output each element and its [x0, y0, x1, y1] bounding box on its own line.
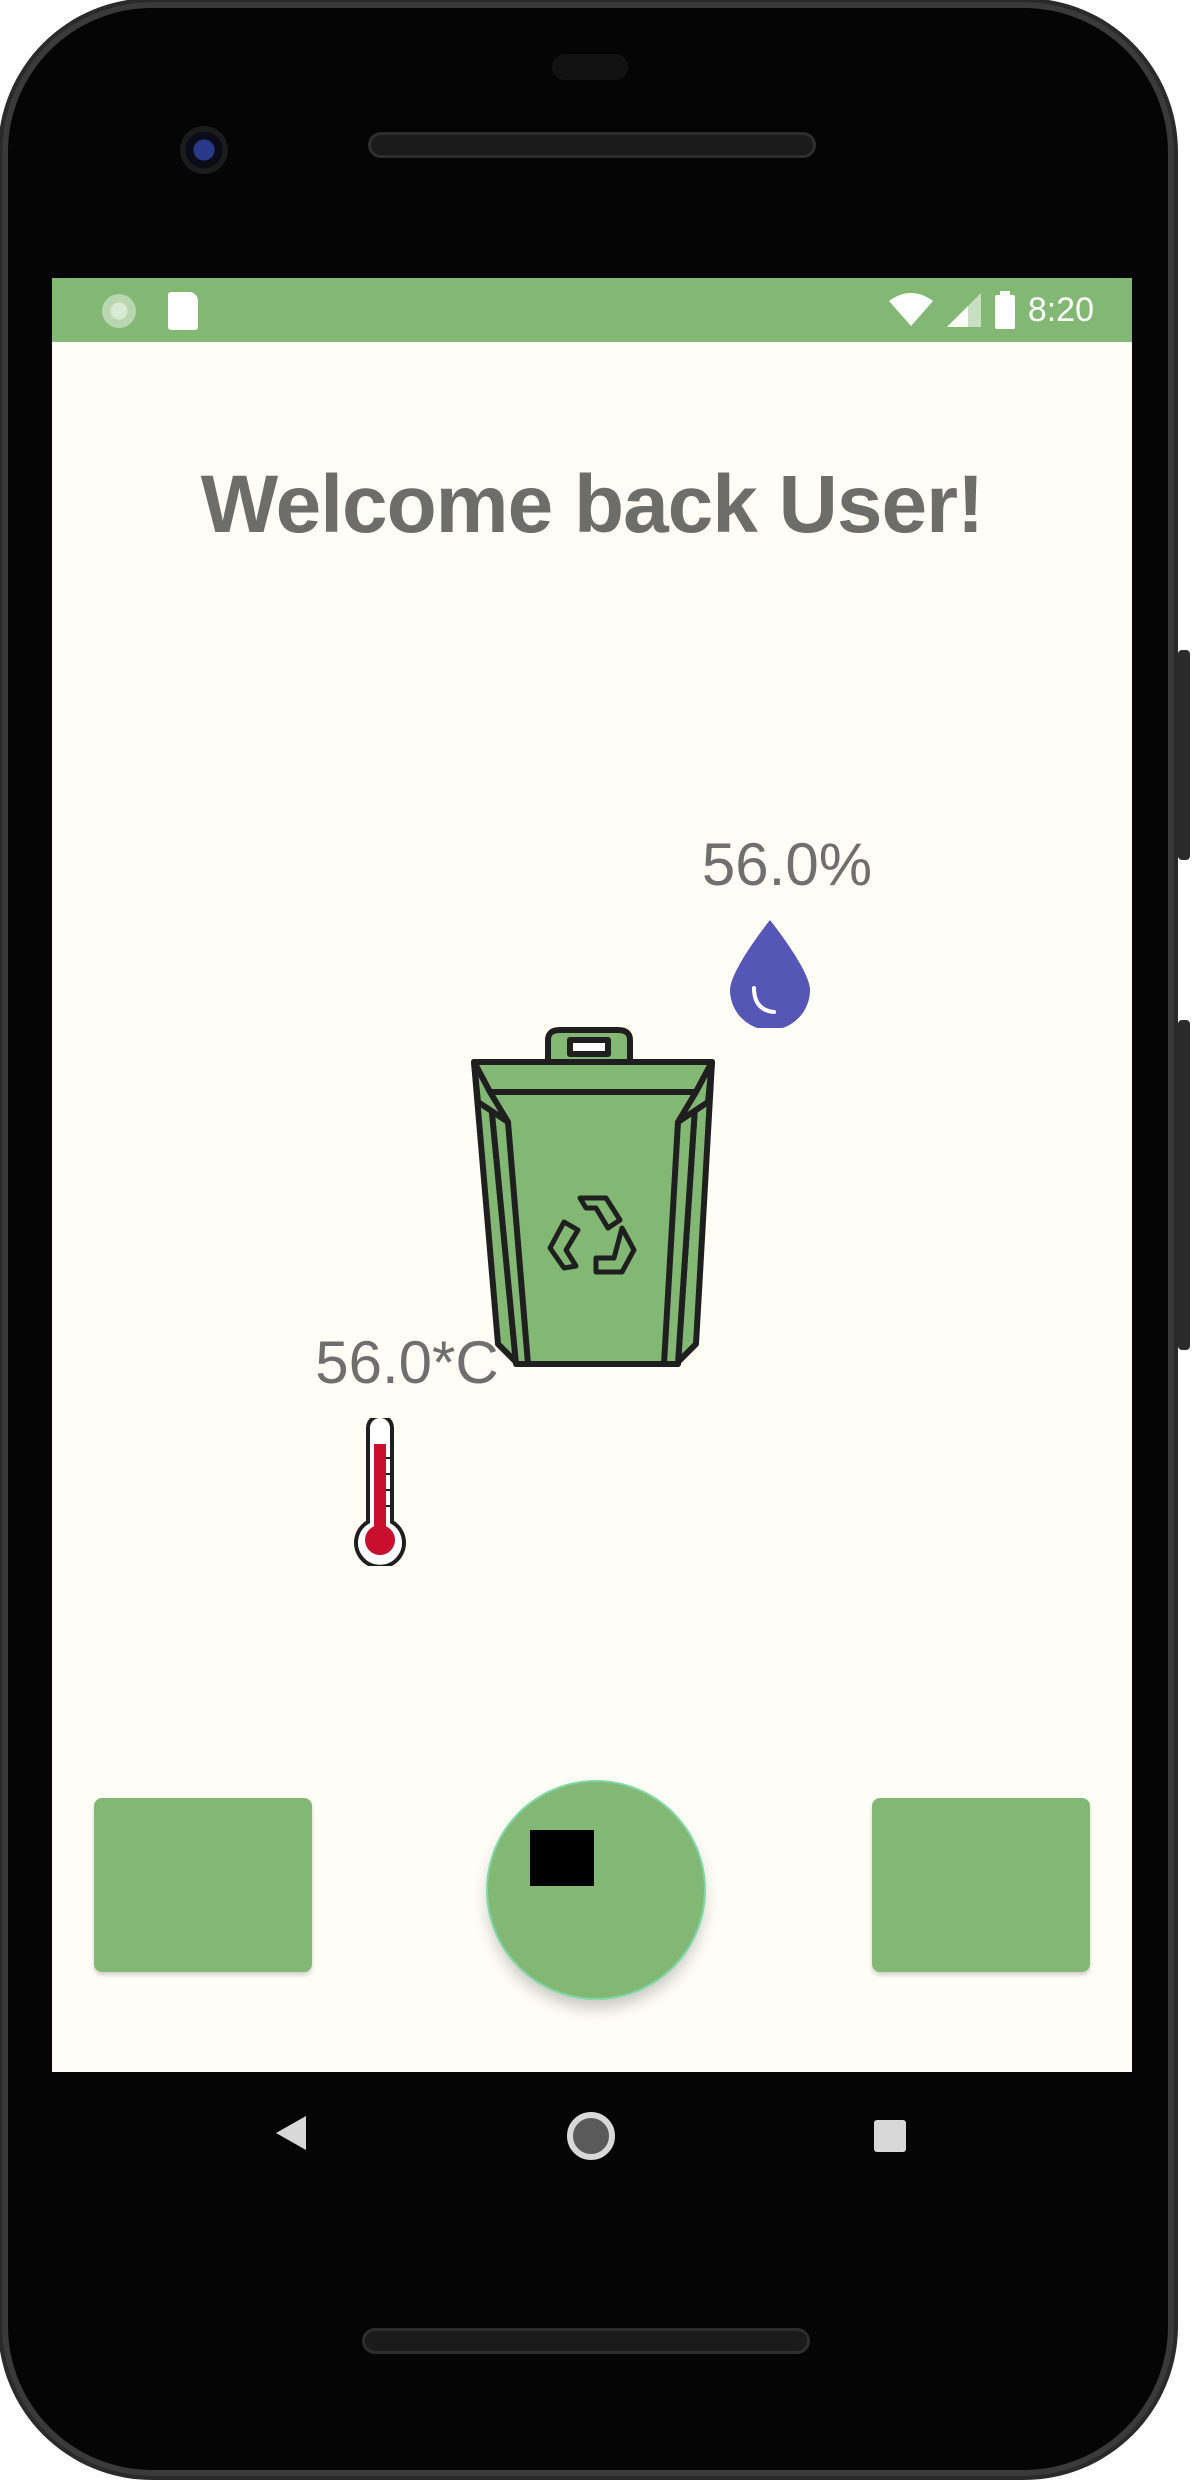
battery-icon: [994, 291, 1015, 329]
wifi-icon: [888, 293, 933, 326]
recents-icon[interactable]: [874, 2120, 906, 2152]
left-action-button[interactable]: [94, 1798, 312, 1972]
water-drop-icon: [730, 920, 810, 1028]
status-bar-right: 8:20: [888, 278, 1094, 342]
front-camera-icon: [180, 126, 228, 174]
signal-icon: [946, 293, 981, 327]
stop-icon: [530, 1830, 594, 1886]
volume-button: [1178, 1020, 1190, 1350]
power-button: [1178, 650, 1190, 860]
temperature-value: 56.0*C: [315, 1329, 499, 1396]
back-icon[interactable]: [276, 2116, 306, 2150]
sd-card-icon: [168, 292, 198, 330]
earpiece-speaker: [368, 132, 816, 158]
right-action-button[interactable]: [872, 1798, 1090, 1972]
bottom-speaker: [362, 2328, 810, 2354]
thermometer-icon: [354, 1418, 406, 1566]
device-frame: 8:20 Welcome back User! 56.0% 56.0*C: [0, 0, 1194, 2480]
stop-button[interactable]: [488, 1782, 704, 1998]
status-time: 8:20: [1027, 290, 1094, 329]
humidity-value: 56.0%: [701, 831, 873, 898]
status-bar: 8:20: [52, 278, 1132, 342]
home-icon[interactable]: [567, 2112, 615, 2160]
app-screen: 8:20 Welcome back User! 56.0% 56.0*C: [52, 278, 1132, 2072]
sync-icon: [102, 294, 136, 328]
top-sensor: [552, 54, 628, 80]
welcome-title: Welcome back User!: [200, 459, 985, 550]
